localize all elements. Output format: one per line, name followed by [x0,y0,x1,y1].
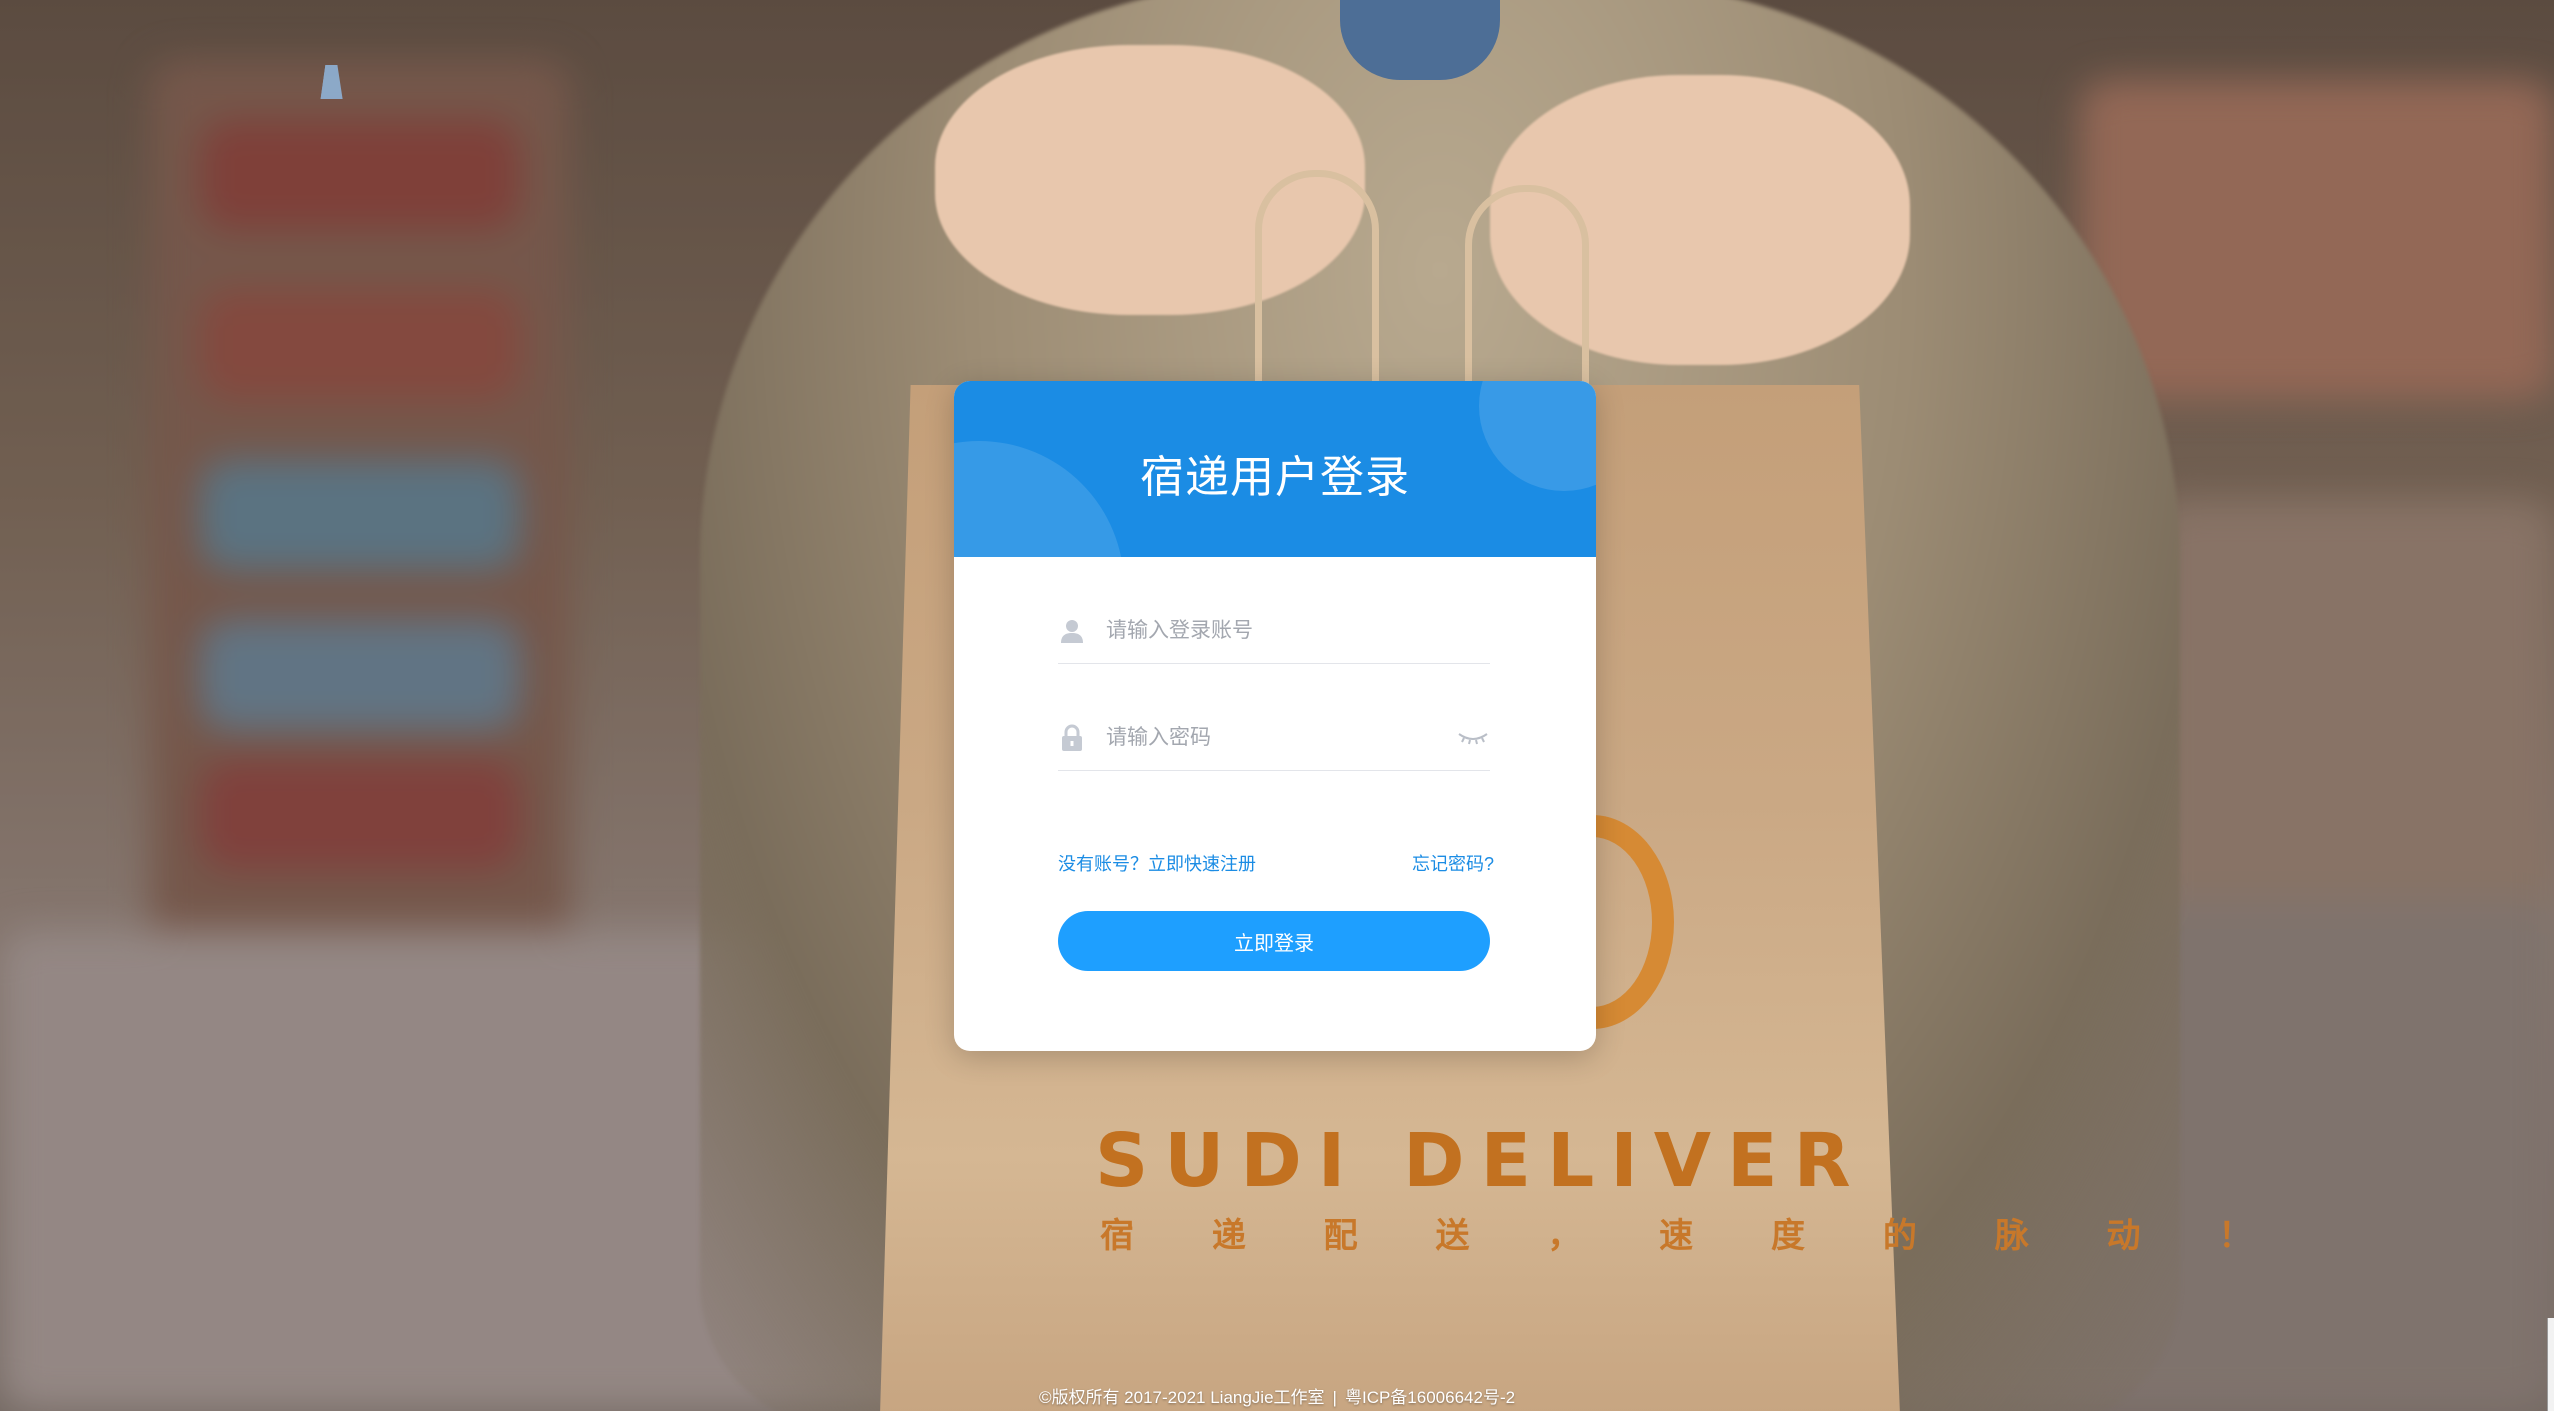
bag-handle-right [1465,185,1589,407]
login-card: 宿递用户登录 请输入登录账号 没有账号？立即快速注册 忘记密码? 立即登录 [954,381,1596,1051]
login-button[interactable]: 立即登录 [1058,911,1490,971]
account-input[interactable] [1106,619,1490,643]
login-card-header: 宿递用户登录 [954,381,1596,557]
password-field[interactable] [1058,706,1490,771]
lock-icon [1058,724,1086,752]
footer-copyright: ©版权所有 2017-2021 LiangJie工作室 [1038,1388,1325,1407]
login-title: 宿递用户登录 [1140,452,1410,503]
bag-handle-left [1255,170,1379,407]
user-icon [1058,617,1086,645]
eye-closed-icon[interactable] [1456,728,1490,748]
scrollbar-edge[interactable] [2547,1318,2554,1411]
login-page: m SUDI DELIVER 宿 递 配 送 ， 速 度 的 脉 动 ！ 宿递用… [0,0,2554,1411]
courier-collar [1340,0,1500,80]
account-field[interactable] [1058,599,1490,664]
password-input[interactable] [1106,726,1456,750]
footer-icp[interactable]: 粤ICP备16006642号-2 [1345,1388,1515,1407]
bag-brand-text: SUDI DELIVER [1095,1118,1867,1204]
bag-slogan-text: 宿 递 配 送 ， 速 度 的 脉 动 ！ [1100,1216,2286,1256]
register-link[interactable]: 没有账号？立即快速注册 [1058,850,1256,876]
login-links: 没有账号？立即快速注册 忘记密码? [1058,850,1494,876]
footer-separator: | [1332,1388,1337,1407]
forgot-password-link[interactable]: 忘记密码? [1412,850,1494,876]
footer: ©版权所有 2017-2021 LiangJie工作室 | 粤ICP备1600664… [0,1383,2554,1408]
